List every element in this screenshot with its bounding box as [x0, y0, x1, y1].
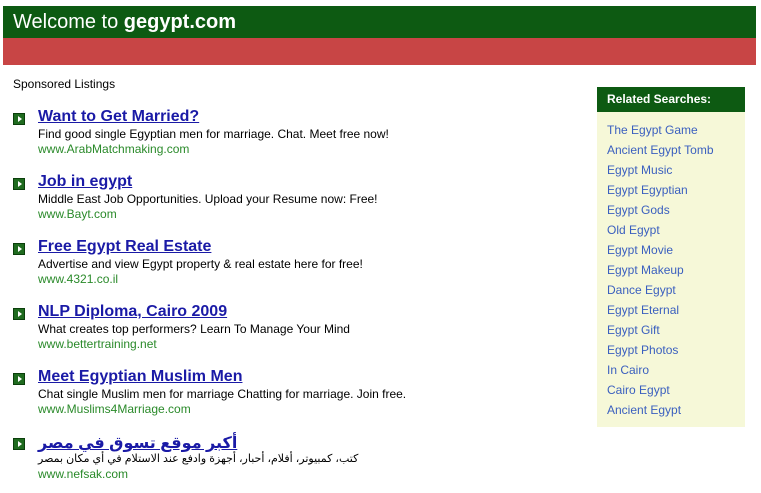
related-search-link[interactable]: Ancient Egypt: [607, 402, 714, 422]
header-bar: [3, 38, 756, 65]
site-name: gegypt.com: [123, 11, 237, 33]
arrow-icon: [13, 243, 25, 255]
listing-url-link[interactable]: www.Muslims4Marriage.com: [38, 402, 191, 416]
listing-title-link[interactable]: Want to Get Married?: [38, 108, 199, 126]
related-search-link[interactable]: Cairo Egypt: [607, 382, 714, 402]
listing-url-link[interactable]: www.4321.co.il: [38, 272, 118, 286]
related-search-link[interactable]: Ancient Egypt Tomb: [607, 142, 714, 162]
related-search-link[interactable]: Egypt Makeup: [607, 262, 714, 282]
arrow-icon: [13, 308, 25, 320]
listing-url-link[interactable]: www.Bayt.com: [38, 207, 117, 221]
related-searches-list: The Egypt Game Ancient Egypt Tomb Egypt …: [607, 122, 714, 422]
arrow-icon: [13, 178, 25, 190]
listing-description: Middle East Job Opportunities. Upload yo…: [38, 192, 378, 206]
listing-url-link[interactable]: www.bettertraining.net: [38, 337, 157, 351]
related-search-link[interactable]: Egypt Eternal: [607, 302, 714, 322]
related-search-link[interactable]: Dance Egypt: [607, 282, 714, 302]
listing-title-link[interactable]: NLP Diploma, Cairo 2009: [38, 303, 227, 321]
related-search-link[interactable]: Egypt Gods: [607, 202, 714, 222]
welcome-text: Welcome to: [13, 11, 124, 33]
listing-description: Find good single Egyptian men for marria…: [38, 127, 389, 141]
listing-title-link[interactable]: Meet Egyptian Muslim Men: [38, 368, 242, 386]
listing-description: What creates top performers? Learn To Ma…: [38, 322, 350, 336]
listing-url-link[interactable]: www.nefsak.com: [38, 467, 128, 481]
listing-title-link[interactable]: Free Egypt Real Estate: [38, 238, 211, 256]
related-search-link[interactable]: Egypt Movie: [607, 242, 714, 262]
listing-title-link[interactable]: أكبر موقع تسوق في مصر: [38, 433, 237, 453]
related-search-link[interactable]: In Cairo: [607, 362, 714, 382]
related-search-link[interactable]: Old Egypt: [607, 222, 714, 242]
listing-description: Chat single Muslim men for marriage Chat…: [38, 387, 407, 401]
arrow-icon: [13, 373, 25, 385]
page: Welcome to gegypt.com Sponsored Listings…: [0, 0, 761, 493]
related-searches-header: Related Searches:: [597, 87, 745, 112]
related-search-link[interactable]: Egypt Music: [607, 162, 714, 182]
sponsored-listings-label: Sponsored Listings: [13, 77, 116, 91]
arrow-icon: [13, 438, 25, 450]
related-search-link[interactable]: Egypt Gift: [607, 322, 714, 342]
listing-description: كتب، كمبيوتر، أفلام، أحبار، أجهزة وادفع …: [38, 453, 359, 465]
listing-url-link[interactable]: www.ArabMatchmaking.com: [38, 142, 189, 156]
related-searches-panel: Related Searches: The Egypt Game Ancient…: [597, 87, 745, 427]
arrow-icon: [13, 113, 25, 125]
site-header: Welcome to gegypt.com: [3, 6, 756, 38]
related-search-link[interactable]: The Egypt Game: [607, 122, 714, 142]
listing-title-link[interactable]: Job in egypt: [38, 173, 132, 191]
listing-description: Advertise and view Egypt property & real…: [38, 257, 363, 271]
related-search-link[interactable]: Egypt Egyptian: [607, 182, 714, 202]
related-search-link[interactable]: Egypt Photos: [607, 342, 714, 362]
